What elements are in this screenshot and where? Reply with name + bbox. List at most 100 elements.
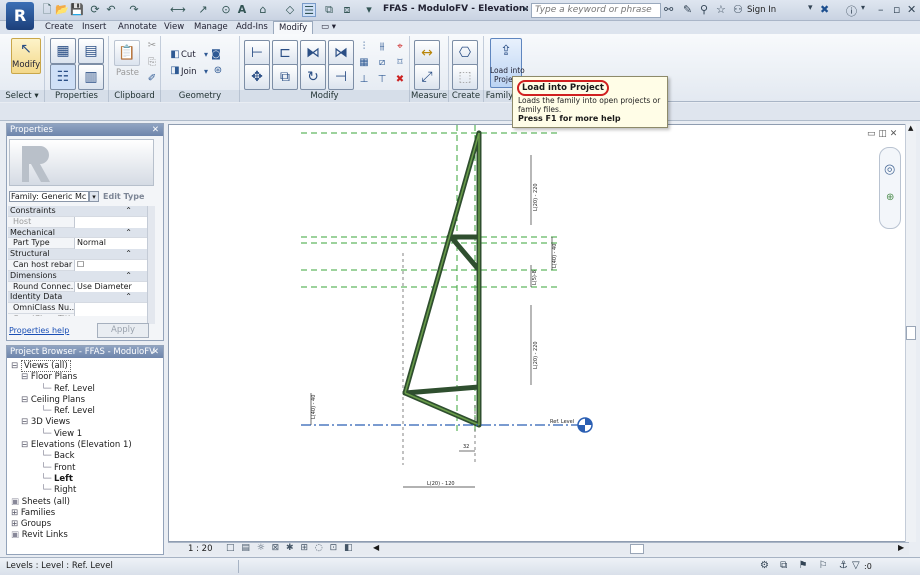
split-face-icon[interactable]: ⊛ <box>210 64 226 78</box>
property-value[interactable] <box>74 314 148 316</box>
align-icon[interactable]: ⊢ <box>244 40 270 66</box>
family-types-button[interactable]: ▤ <box>78 38 104 64</box>
offset-icon[interactable]: ⊏ <box>272 40 298 66</box>
browser-item[interactable]: ⊟ 3D Views <box>7 417 163 428</box>
pin-icon[interactable]: ⌑ <box>392 56 408 70</box>
status-tool-icons[interactable]: ⚙ ⧉ ⚑ ⚐ ⚓ <box>760 560 852 571</box>
property-value[interactable] <box>74 303 148 314</box>
sync-icon[interactable]: ⟳ <box>88 3 102 17</box>
application-menu-button[interactable]: R <box>6 2 34 30</box>
browser-item[interactable]: ⊞ Groups <box>7 519 163 530</box>
view-control-icons[interactable]: □ ▤ ☼ ⊠ ✱ ⊞ ◌ ⊡ ◧ <box>226 543 354 553</box>
scroll-right-icon[interactable]: ▶ <box>898 543 904 552</box>
properties-button[interactable]: ☷ <box>50 64 76 90</box>
collapse-icon[interactable]: ⊟ <box>11 361 21 371</box>
favorites-icon[interactable]: ☆ <box>716 3 726 16</box>
tab-create[interactable]: Create <box>40 21 78 34</box>
view-window-controls[interactable]: ▭ ◫ ✕ <box>867 129 897 139</box>
trim-multiple-icon[interactable]: ⊤ <box>374 73 390 87</box>
signin-dropdown-icon[interactable]: ▾ <box>808 3 813 13</box>
collapse-icon[interactable]: ⌃ <box>125 249 132 260</box>
move-icon[interactable]: ✥ <box>244 64 270 90</box>
browser-item[interactable]: └─ Ref. Level <box>7 384 163 395</box>
zoom-icon[interactable]: ⊕ <box>886 192 894 203</box>
paint-icon[interactable]: ◙ <box>208 48 224 62</box>
create-similar-icon[interactable]: ⬚ <box>452 64 478 90</box>
unpin-icon[interactable]: ⌖ <box>392 40 408 54</box>
panel-select[interactable]: Select ▾ <box>0 90 45 102</box>
array-icon[interactable]: ▦ <box>356 56 372 70</box>
family-category-button[interactable]: ▦ <box>50 38 76 64</box>
view-scale[interactable]: 1 : 20 <box>188 544 213 554</box>
split-icon[interactable]: ⫶ <box>356 40 372 54</box>
expand-icon[interactable]: ⊞ <box>11 508 21 518</box>
scroll-thumb[interactable] <box>906 326 916 340</box>
measure-icon[interactable]: ⟷ <box>170 3 186 17</box>
property-row[interactable]: Can host rebar ☐ <box>8 260 148 271</box>
property-row[interactable]: OmniClass Title <box>8 314 148 316</box>
sign-in-link[interactable]: Sign In <box>747 5 776 15</box>
property-value[interactable] <box>74 216 148 228</box>
property-row[interactable]: OmniClass Nu... <box>8 303 148 314</box>
edit-type-button[interactable]: Edit Type <box>103 192 144 201</box>
expand-arrow-icon[interactable]: ▸ <box>524 4 528 13</box>
close-hidden-icon[interactable]: ⧉ <box>322 3 336 17</box>
communication-icon[interactable]: ⚲ <box>700 3 708 16</box>
collapse-icon[interactable]: ⌃ <box>125 206 132 217</box>
browser-item[interactable]: └─ Ref. Level <box>7 406 163 417</box>
property-row[interactable]: Part Type Normal <box>8 238 148 250</box>
ribbon-minimize-icon[interactable]: ▭ ▾ <box>316 21 341 34</box>
browser-item[interactable]: └─ Back <box>7 451 163 462</box>
cut-label[interactable]: Cut <box>181 50 196 60</box>
browser-item[interactable]: ▣ Sheets (all) <box>7 497 163 508</box>
properties-scrollbar[interactable] <box>147 206 155 324</box>
type-properties-button[interactable]: ▥ <box>78 64 104 90</box>
steering-wheel-icon[interactable]: ◎ <box>884 162 895 177</box>
tab-annotate[interactable]: Annotate <box>113 21 162 34</box>
search-input[interactable]: Type a keyword or phrase <box>531 3 661 18</box>
browser-item[interactable]: ⊟ Ceiling Plans <box>7 395 163 406</box>
redo-icon[interactable]: ↷ <box>127 3 141 17</box>
close-icon[interactable]: ✕ <box>152 346 159 358</box>
navigation-bar[interactable]: ◎ ⊕ <box>879 147 901 229</box>
browser-item[interactable]: ⊟ Views (all) <box>7 360 163 372</box>
section-icon[interactable]: ◇ <box>283 3 297 17</box>
help-icon[interactable]: ⓘ <box>846 3 857 19</box>
drawing-canvas[interactable]: L(20) - 220 L(40) - 40 L(5)-8 L(20) - 22… <box>168 124 909 542</box>
close-icon[interactable]: ✕ <box>152 124 159 136</box>
create-group-icon[interactable]: ⎔ <box>452 40 478 66</box>
mirror-draw-icon[interactable]: ⧒ <box>328 40 354 66</box>
browser-item[interactable]: ▣ Revit Links <box>7 530 163 541</box>
property-value[interactable]: ☐ <box>74 260 148 271</box>
tab-manage[interactable]: Manage <box>189 21 233 34</box>
collapse-icon[interactable]: ⌃ <box>125 228 132 239</box>
trim-single-icon[interactable]: ⊥ <box>356 73 372 87</box>
browser-item[interactable]: ⊞ Families <box>7 508 163 519</box>
collapse-icon[interactable]: ⌃ <box>125 271 132 282</box>
trim-extend-icon[interactable]: ⊣ <box>328 64 354 90</box>
property-row[interactable]: Round Connec... Use Diameter <box>8 281 148 293</box>
help-dropdown-icon[interactable]: ▾ <box>861 3 865 12</box>
open-icon[interactable]: 📂 <box>55 3 69 17</box>
subscription-icon[interactable]: ✎ <box>683 3 692 16</box>
delete-icon[interactable]: ✖ <box>392 73 408 87</box>
tab-view[interactable]: View <box>159 21 189 34</box>
modify-tool-button[interactable]: ↖ Modify <box>11 38 41 74</box>
browser-item[interactable]: └─ Right <box>7 485 163 496</box>
minimize-icon[interactable]: – <box>878 3 884 16</box>
scroll-up-icon[interactable]: ▲ <box>908 124 913 132</box>
tag-icon[interactable]: ⊙ <box>219 3 233 17</box>
browser-item[interactable]: ⊟ Elevations (Elevation 1) <box>7 440 163 451</box>
tab-insert[interactable]: Insert <box>77 21 111 34</box>
measure-distance-icon[interactable]: ⤢ <box>414 64 440 90</box>
horizontal-scroll-thumb[interactable] <box>630 544 644 554</box>
qat-dropdown-icon[interactable]: ▾ <box>362 3 376 17</box>
properties-help-link[interactable]: Properties help <box>9 326 69 335</box>
property-group[interactable]: Constraints ⌃ <box>8 206 148 217</box>
copy-element-icon[interactable]: ⧉ <box>272 64 298 90</box>
property-row[interactable]: Host <box>8 216 148 228</box>
3d-view-icon[interactable]: ⌂ <box>256 3 270 17</box>
save-icon[interactable]: 💾 <box>70 3 84 17</box>
property-value[interactable]: Use Diameter <box>74 281 148 293</box>
text-icon[interactable]: A <box>235 3 249 17</box>
